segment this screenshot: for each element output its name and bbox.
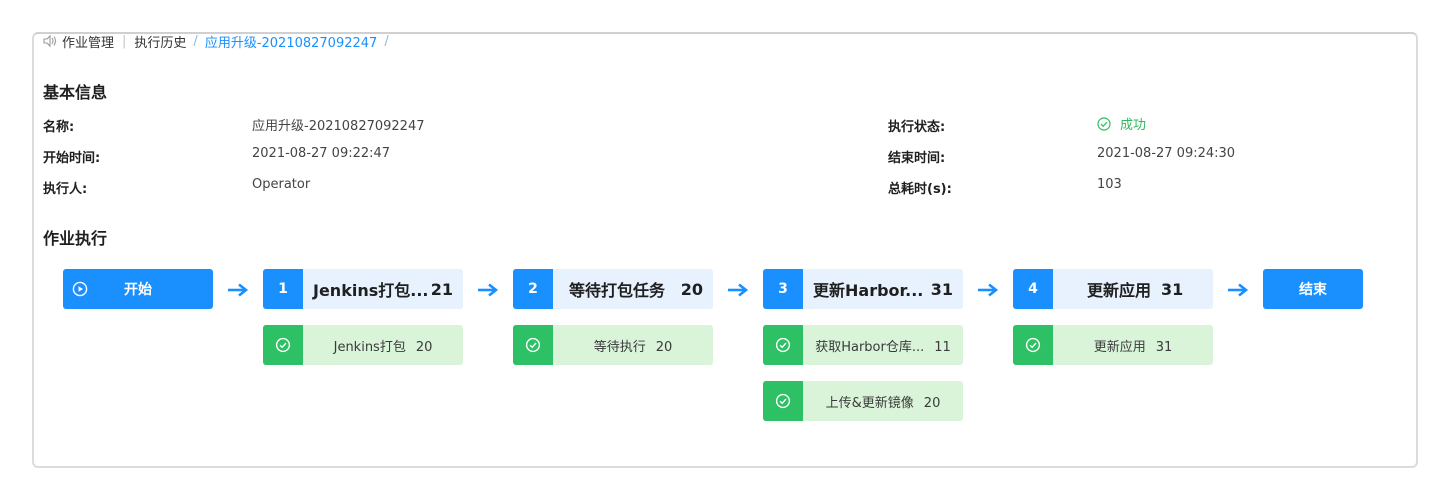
task-name: 获取Harbor仓库...	[815, 339, 925, 355]
flow-task-1-1[interactable]: Jenkins打包 20	[263, 325, 463, 365]
flow-task-3-2[interactable]: 上传&更新镜像 20	[763, 381, 963, 421]
breadcrumb-job-management[interactable]: 作业管理	[62, 32, 114, 51]
step-name: 更新应用	[1087, 281, 1152, 300]
status-text: 成功	[1120, 118, 1147, 133]
end-time-value: 2021-08-27 09:24:30	[1097, 146, 1236, 161]
flow-arrow-icon	[478, 283, 499, 297]
flow-task-3-1[interactable]: 获取Harbor仓库... 11	[763, 325, 963, 365]
flow-arrow-icon	[978, 283, 999, 297]
flow-arrow-icon	[228, 283, 249, 297]
job-management-icon	[43, 34, 57, 48]
start-time-value: 2021-08-27 09:22:47	[252, 146, 391, 161]
check-circle-icon	[513, 325, 553, 365]
end-time-label: 结束时间:	[888, 151, 946, 166]
step-count: 20	[680, 279, 703, 299]
flow-start-label: 开始	[124, 282, 152, 298]
flow-step-4[interactable]: 4 更新应用 31	[1013, 269, 1213, 309]
task-name: 上传&更新镜像	[825, 395, 914, 411]
breadcrumb-separator: |	[122, 33, 127, 49]
duration-label: 总耗时(s):	[888, 182, 952, 197]
step-number: 4	[1013, 269, 1053, 309]
flow-start-node[interactable]: 开始	[63, 269, 213, 309]
task-count: 20	[655, 339, 673, 355]
step-number: 3	[763, 269, 803, 309]
task-count: 11	[934, 339, 951, 355]
basic-info-title: 基本信息	[43, 83, 108, 102]
check-circle-icon	[763, 381, 803, 421]
step-count: 31	[1161, 279, 1184, 299]
task-name: Jenkins打包	[333, 339, 406, 355]
status-label: 执行状态:	[888, 120, 946, 135]
breadcrumb: 作业管理 | 执行历史 / 应用升级-20210827092247 /	[43, 31, 396, 51]
step-name: Jenkins打包...	[313, 281, 429, 300]
executor-label: 执行人:	[43, 182, 88, 197]
breadcrumb-current-job[interactable]: 应用升级-20210827092247	[205, 32, 378, 51]
task-name: 更新应用	[1093, 339, 1146, 355]
check-circle-icon	[763, 325, 803, 365]
flow-arrow-icon	[1228, 283, 1249, 297]
duration-value: 103	[1097, 177, 1122, 192]
breadcrumb-execution-history[interactable]: 执行历史	[134, 32, 186, 51]
step-number: 2	[513, 269, 553, 309]
start-time-label: 开始时间:	[43, 151, 101, 166]
step-name: 更新Harbor...	[813, 281, 924, 300]
execution-title: 作业执行	[43, 229, 108, 248]
task-count: 31	[1155, 339, 1173, 355]
flow-step-1[interactable]: 1 Jenkins打包... 21	[263, 269, 463, 309]
step-name: 等待打包任务	[569, 281, 666, 300]
job-detail-panel	[32, 32, 1418, 468]
task-count: 20	[415, 339, 433, 355]
flow-arrow-icon	[728, 283, 749, 297]
task-name: 等待执行	[593, 339, 646, 355]
executor-value: Operator	[252, 177, 311, 192]
breadcrumb-slash: /	[193, 33, 198, 49]
check-circle-icon	[263, 325, 303, 365]
task-count: 20	[923, 395, 941, 411]
play-circle-icon	[72, 281, 88, 297]
flow-step-2[interactable]: 2 等待打包任务 20	[513, 269, 713, 309]
check-circle-icon	[1013, 325, 1053, 365]
name-value: 应用升级-20210827092247	[252, 119, 425, 134]
flow-step-3[interactable]: 3 更新Harbor... 31	[763, 269, 963, 309]
step-number: 1	[263, 269, 303, 309]
flow-task-4-1[interactable]: 更新应用 31	[1013, 325, 1213, 365]
flow-end-label: 结束	[1299, 282, 1327, 298]
status-value: 成功	[1097, 114, 1146, 133]
success-circle-icon	[1097, 116, 1111, 131]
flow-task-2-1[interactable]: 等待执行 20	[513, 325, 713, 365]
flow-end-node[interactable]: 结束	[1263, 269, 1363, 309]
breadcrumb-slash-trailing: /	[384, 33, 389, 49]
step-count: 31	[930, 279, 953, 299]
name-label: 名称:	[43, 120, 75, 135]
step-count: 21	[430, 279, 453, 299]
